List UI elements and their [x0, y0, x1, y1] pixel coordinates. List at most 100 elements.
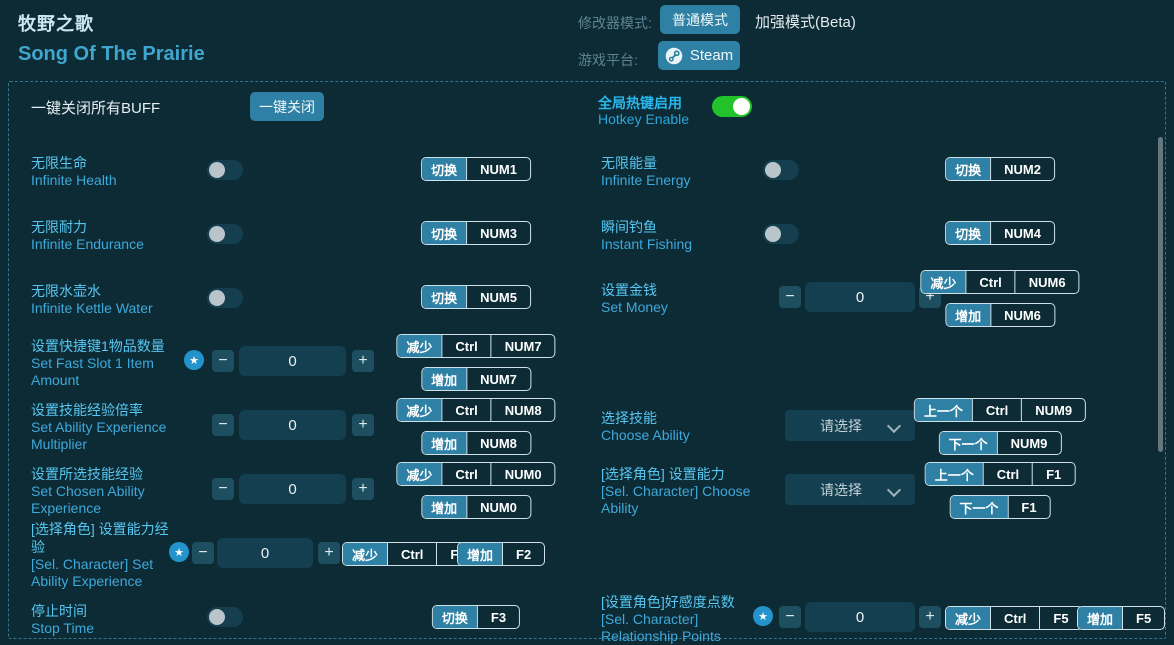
label-cn: 选择技能: [601, 409, 766, 427]
increment-button-fast-slot[interactable]: +: [352, 350, 374, 372]
label-cn: 设置快捷键1物品数量: [31, 337, 191, 355]
value-input-char-ability-exp[interactable]: 0: [217, 538, 313, 568]
toggle-knob: [209, 162, 225, 178]
label-en: [Sel. Character] Set Ability Experience: [31, 556, 181, 590]
hotkey-key: NUM8: [491, 399, 555, 421]
increment-button-char-ability-exp[interactable]: +: [318, 542, 340, 564]
hotkey-mod: Ctrl: [387, 543, 436, 565]
steam-platform-button[interactable]: Steam: [658, 41, 740, 70]
hotkey-decrease[interactable]: 减少CtrlNUM6: [920, 270, 1079, 294]
star-icon[interactable]: ★: [184, 350, 204, 370]
label-cn: 设置技能经验倍率: [31, 401, 196, 419]
hotkey-decrease[interactable]: 减少CtrlNUM0: [396, 462, 555, 486]
toggle-knob: [209, 290, 225, 306]
hotkey-key: F2: [502, 543, 544, 565]
hotkey-prev[interactable]: 上一个CtrlNUM9: [914, 398, 1086, 422]
hotkey-action: 减少: [921, 271, 965, 293]
platform-label: 游戏平台:: [578, 50, 638, 70]
star-icon[interactable]: ★: [169, 542, 189, 562]
label-char-choose-ability: [选择角色] 设置能力 [Sel. Character] Choose Abil…: [601, 465, 766, 517]
decrement-button-chosen-ability-exp[interactable]: −: [212, 478, 234, 500]
label-cn: [设置角色]好感度点数: [601, 593, 761, 611]
hotkey-infinite-health[interactable]: 切换NUM1: [421, 157, 531, 181]
hotkey-action: 增加: [422, 432, 466, 454]
value-input-chosen-ability-exp[interactable]: 0: [239, 474, 346, 504]
toggle-knob: [209, 609, 225, 625]
hotkey-key: NUM9: [997, 432, 1061, 454]
steam-icon: [665, 47, 683, 65]
label-cn: 停止时间: [31, 602, 196, 620]
hotkey-mod: Ctrl: [972, 399, 1021, 421]
app-title-cn: 牧野之歌: [18, 10, 94, 36]
hotkey-decrease-relationship-points[interactable]: 减少CtrlF5: [945, 606, 1083, 630]
hotkey-action: 增加: [458, 543, 502, 565]
decrement-button-set-money[interactable]: −: [779, 286, 801, 308]
value-input-relationship-points[interactable]: 0: [805, 602, 915, 632]
hotkeys-char-choose-ability: 上一个CtrlF1 下一个F1: [925, 462, 1076, 519]
close-all-buff-label: 一键关闭所有BUFF: [31, 97, 160, 118]
star-icon[interactable]: ★: [753, 606, 773, 626]
label-en: Set Ability Experience Multiplier: [31, 419, 196, 453]
hotkey-infinite-energy[interactable]: 切换NUM2: [945, 157, 1055, 181]
decrement-button-relationship-points[interactable]: −: [779, 606, 801, 628]
choose-ability-dropdown[interactable]: 请选择: [785, 410, 915, 441]
hotkey-infinite-endurance[interactable]: 切换NUM3: [421, 221, 531, 245]
hotkey-key: F1: [1007, 496, 1049, 518]
char-choose-ability-dropdown[interactable]: 请选择: [785, 474, 915, 505]
hotkey-action: 上一个: [915, 399, 972, 421]
mode-normal-button[interactable]: 普通模式: [660, 5, 740, 34]
hotkey-action: 下一个: [950, 496, 1007, 518]
increment-button-ability-multiplier[interactable]: +: [352, 414, 374, 436]
hotkey-decrease[interactable]: 减少CtrlNUM8: [396, 398, 555, 422]
hotkey-infinite-kettle-water[interactable]: 切换NUM5: [421, 285, 531, 309]
hotkey-increase-relationship-points[interactable]: 增加F5: [1077, 606, 1165, 630]
toggle-infinite-endurance[interactable]: [207, 224, 243, 244]
hotkey-increase[interactable]: 增加NUM8: [421, 431, 531, 455]
label-ability-multiplier: 设置技能经验倍率 Set Ability Experience Multipli…: [31, 401, 196, 453]
hotkey-stop-time[interactable]: 切换F3: [432, 605, 520, 629]
toggle-infinite-kettle-water[interactable]: [207, 288, 243, 308]
label-cn: 无限能量: [601, 154, 766, 172]
hotkeys-fast-slot: 减少CtrlNUM7 增加NUM7: [396, 334, 555, 391]
increment-button-chosen-ability-exp[interactable]: +: [352, 478, 374, 500]
decrement-button-fast-slot[interactable]: −: [212, 350, 234, 372]
value-input-fast-slot[interactable]: 0: [239, 346, 346, 376]
mode-enhanced-option[interactable]: 加强模式(Beta): [755, 11, 856, 32]
toggle-stop-time[interactable]: [207, 607, 243, 627]
hotkey-enable-toggle[interactable]: [712, 96, 752, 117]
vertical-scrollbar[interactable]: [1158, 137, 1163, 452]
hotkey-key: NUM1: [466, 158, 530, 180]
value-input-ability-multiplier[interactable]: 0: [239, 410, 346, 440]
hotkey-key: NUM8: [466, 432, 530, 454]
hotkey-key: NUM5: [466, 286, 530, 308]
toggle-infinite-energy[interactable]: [763, 160, 799, 180]
hotkey-action: 增加: [422, 496, 466, 518]
hotkey-increase[interactable]: 增加NUM0: [421, 495, 531, 519]
toggle-infinite-health[interactable]: [207, 160, 243, 180]
hotkey-action: 上一个: [926, 463, 983, 485]
hotkey-increase[interactable]: 增加NUM6: [945, 303, 1055, 327]
hotkey-action: 减少: [946, 607, 990, 629]
decrement-button-char-ability-exp[interactable]: −: [192, 542, 214, 564]
label-infinite-energy: 无限能量 Infinite Energy: [601, 154, 766, 189]
toggle-instant-fishing[interactable]: [763, 224, 799, 244]
hotkey-instant-fishing[interactable]: 切换NUM4: [945, 221, 1055, 245]
increment-button-relationship-points[interactable]: +: [919, 606, 941, 628]
label-en: Stop Time: [31, 620, 196, 637]
hotkey-increase-char-ability-exp[interactable]: 增加F2: [457, 542, 545, 566]
hotkey-key: NUM0: [491, 463, 555, 485]
hotkey-action: 切换: [422, 286, 466, 308]
hotkey-next[interactable]: 下一个F1: [949, 495, 1050, 519]
dropdown-value: 请选择: [820, 480, 862, 500]
label-en: Infinite Kettle Water: [31, 300, 196, 317]
hotkey-prev[interactable]: 上一个CtrlF1: [925, 462, 1076, 486]
toggle-knob: [765, 162, 781, 178]
label-en: [Sel. Character] Relationship Points: [601, 611, 761, 645]
value-input-set-money[interactable]: 0: [805, 282, 915, 312]
decrement-button-ability-multiplier[interactable]: −: [212, 414, 234, 436]
close-all-buff-button[interactable]: 一键关闭: [250, 92, 324, 121]
hotkey-next[interactable]: 下一个NUM9: [939, 431, 1062, 455]
label-en: Set Money: [601, 299, 766, 316]
hotkey-increase[interactable]: 增加NUM7: [421, 367, 531, 391]
hotkey-decrease[interactable]: 减少CtrlNUM7: [396, 334, 555, 358]
